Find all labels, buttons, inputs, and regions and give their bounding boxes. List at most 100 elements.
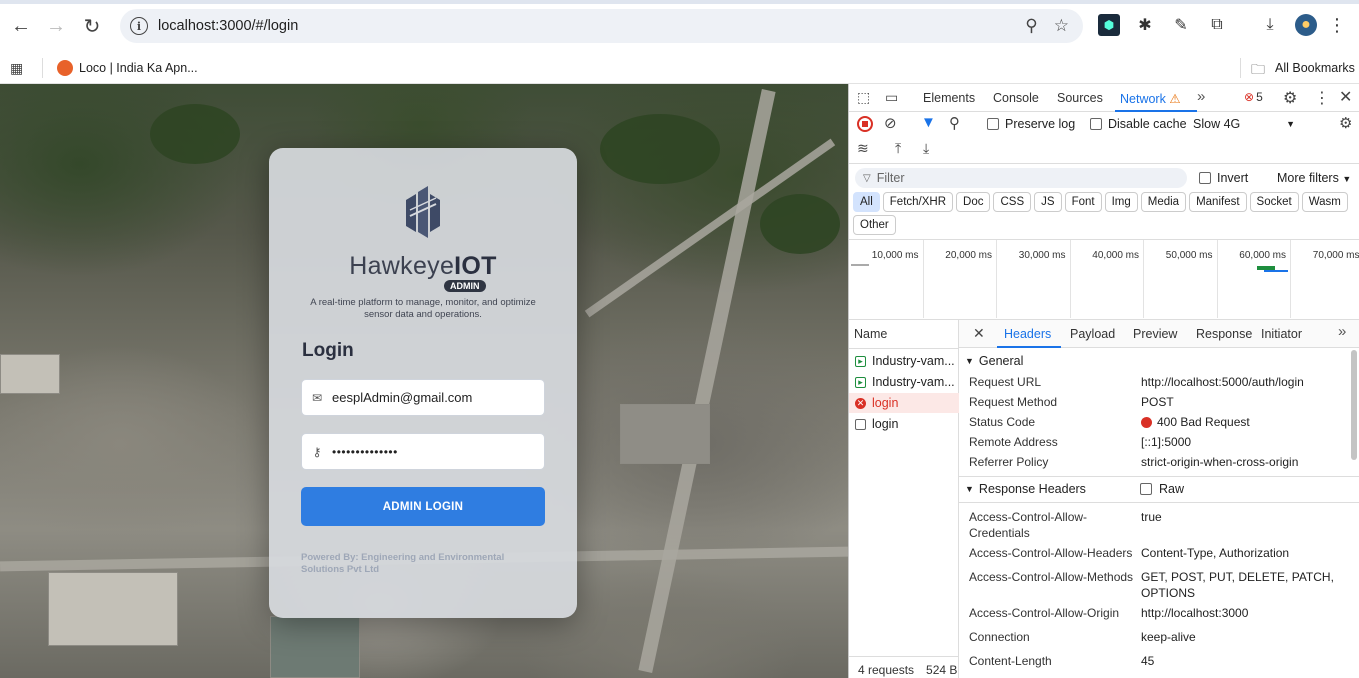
request-name: login [872, 417, 899, 431]
header-key: Content-Length [969, 654, 1052, 668]
triangle-down-icon: ▼ [965, 356, 974, 366]
inspect-element-icon[interactable]: ⬚ [857, 89, 870, 106]
brand-name-light: Hawkeye [349, 252, 455, 280]
type-filter-chip[interactable]: JS [1034, 192, 1062, 212]
extension-icon[interactable]: ⬢ [1098, 14, 1120, 36]
devtools-menu-icon[interactable]: ⋮ [1314, 88, 1330, 108]
request-row[interactable]: ▸ Industry-vam... [849, 351, 959, 371]
zoom-icon[interactable]: ⚲ [1025, 16, 1037, 36]
password-input[interactable]: •••••••••••••• [332, 445, 398, 459]
detail-tab[interactable]: Preview [1133, 327, 1177, 341]
email-input[interactable] [332, 390, 532, 405]
request-row[interactable]: ▸ Industry-vam... [849, 372, 959, 392]
type-filter-chip[interactable]: Wasm [1301, 192, 1348, 212]
detail-tab[interactable]: Response [1196, 327, 1252, 341]
timeline-tick-label: 10,000 ms [871, 250, 919, 261]
more-filters-dropdown[interactable]: More filters ▼ [1277, 171, 1351, 185]
type-filter-chip[interactable]: Fetch/XHR [882, 192, 954, 212]
filter-input[interactable]: ▽ Filter [855, 168, 1187, 188]
extensions-puzzle-icon[interactable]: ⧉ [1206, 14, 1228, 36]
profile-avatar[interactable]: ● [1295, 14, 1317, 36]
all-bookmarks[interactable]: All Bookmarks [1275, 61, 1355, 75]
bug-extension-icon[interactable]: ✱ [1134, 14, 1156, 36]
export-har-icon[interactable]: ⤓ [923, 140, 929, 157]
header-value: 400 Bad Request [1141, 414, 1250, 430]
detail-tab[interactable]: Initiator [1261, 327, 1302, 341]
bookmark-loco[interactable]: Loco | India Ka Apn... [79, 61, 198, 75]
record-stop-icon[interactable] [857, 116, 873, 132]
response-headers-section-header[interactable]: ▼ Response Headers Raw [959, 478, 1359, 500]
url-text[interactable]: localhost:3000/#/login [158, 18, 298, 34]
header-key: Access-Control-Allow-Methods [969, 570, 1134, 584]
clear-icon[interactable]: ⊘ [884, 114, 897, 132]
network-conditions-icon[interactable]: ≋ [857, 140, 869, 157]
menu-kebab-icon[interactable]: ⋮ [1326, 14, 1348, 36]
tab-console[interactable]: Console [993, 91, 1039, 105]
scrollbar-thumb[interactable] [1351, 350, 1357, 460]
error-counter[interactable]: ⊗ 5 [1244, 90, 1263, 104]
tagline: A real-time platform to manage, monitor,… [310, 297, 536, 320]
type-filter-chip[interactable]: Font [1064, 192, 1102, 212]
brand-name-bold: IOT [454, 252, 497, 280]
tab-elements[interactable]: Elements [923, 91, 975, 105]
general-section-header[interactable]: ▼ General [959, 350, 1359, 372]
throttle-select[interactable]: Slow 4G ▼ [1193, 117, 1295, 131]
bookmark-star-icon[interactable]: ☆ [1054, 16, 1069, 36]
network-toolbar: ⊘ ▼ ⚲ Preserve log Disable cache Slow 4G… [849, 112, 1359, 164]
invert-checkbox[interactable]: Invert [1199, 171, 1248, 185]
envelope-icon: ✉ [311, 390, 323, 405]
document-icon: ▸ [855, 355, 866, 367]
email-field[interactable]: ✉ [301, 379, 545, 416]
disable-cache-checkbox[interactable]: Disable cache [1090, 117, 1187, 131]
forward-button[interactable]: → [42, 12, 70, 40]
detail-tab[interactable]: Payload [1070, 327, 1115, 341]
request-row[interactable]: login [849, 414, 959, 434]
general-title: General [978, 354, 1024, 368]
tab-sources[interactable]: Sources [1057, 91, 1103, 105]
filter-funnel-icon[interactable]: ▼ [921, 114, 936, 131]
password-field[interactable]: ⚷ •••••••••••••• [301, 433, 545, 470]
search-icon[interactable]: ⚲ [949, 114, 960, 132]
download-icon[interactable]: ⤓ [1259, 14, 1281, 36]
type-filter-chip[interactable]: Socket [1249, 192, 1299, 212]
bookmarks-bar: ▦ Loco | India Ka Apn... 🗀 All Bookmarks [0, 52, 1359, 84]
type-filter-chip[interactable]: All [853, 192, 880, 212]
network-settings-icon[interactable]: ⚙ [1339, 114, 1352, 132]
apps-grid-icon[interactable]: ▦ [10, 60, 23, 77]
header-key: Status Code [969, 415, 1036, 429]
type-filter-chip[interactable]: Other [853, 215, 896, 235]
reload-button[interactable]: ↻ [78, 12, 106, 40]
back-button[interactable]: ← [7, 12, 35, 40]
status-error-dot-icon [1141, 416, 1152, 428]
type-filter-chip[interactable]: Manifest [1189, 192, 1247, 212]
request-detail: ✕ Headers Payload Preview Response Initiator… [959, 320, 1359, 678]
device-toolbar-icon[interactable]: ▭ [885, 89, 898, 106]
more-tabs-icon[interactable]: » [1197, 88, 1205, 105]
request-row[interactable]: ✕ login [849, 393, 959, 413]
document-icon: ▸ [855, 376, 866, 388]
settings-gear-icon[interactable]: ⚙ [1283, 88, 1297, 108]
raw-checkbox[interactable]: Raw [1140, 482, 1184, 496]
timeline-tick-label: 20,000 ms [945, 250, 992, 261]
import-har-icon[interactable]: ⤒ [895, 140, 901, 157]
type-filter-chip[interactable]: Media [1140, 192, 1187, 212]
close-devtools-icon[interactable]: ✕ [1339, 87, 1352, 107]
address-bar[interactable]: i localhost:3000/#/login ⚲ ☆ [120, 9, 1083, 43]
folder-icon: 🗀 [1251, 61, 1265, 77]
header-value: POST [1141, 395, 1174, 409]
filter-row: ▽ Filter Invert More filters ▼ [849, 164, 1359, 190]
admin-login-button[interactable]: ADMIN LOGIN [301, 487, 545, 526]
chip-group: All Fetch/XHR Doc CSS JS Font Img Media Manifest… [853, 192, 1353, 235]
tab-network[interactable]: Network ⚠ [1120, 91, 1181, 106]
filter-funnel-small-icon: ▽ [863, 172, 871, 184]
site-info-icon[interactable]: i [130, 17, 148, 35]
close-detail-icon[interactable]: ✕ [973, 325, 985, 342]
preserve-log-checkbox[interactable]: Preserve log [987, 117, 1075, 131]
name-column-header[interactable]: Name [854, 327, 887, 341]
type-filter-chip[interactable]: CSS [993, 192, 1032, 212]
more-detail-tabs-icon[interactable]: » [1338, 323, 1346, 340]
type-filter-chip[interactable]: Img [1104, 192, 1138, 212]
detail-tab[interactable]: Headers [1004, 327, 1051, 341]
eyedropper-icon[interactable]: ✎ [1170, 14, 1192, 36]
type-filter-chip[interactable]: Doc [956, 192, 991, 212]
